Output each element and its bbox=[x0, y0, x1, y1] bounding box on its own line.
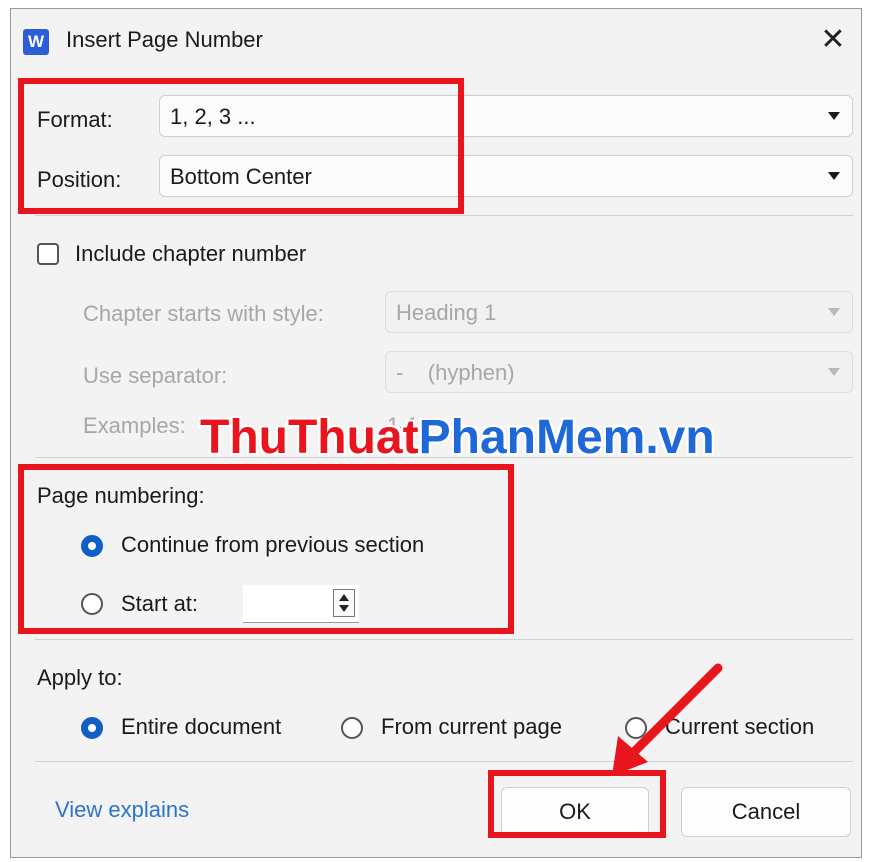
watermark-part2: PhanMem.vn bbox=[418, 411, 715, 464]
arrow-shaft bbox=[627, 663, 723, 759]
watermark-part1: ThuThuat bbox=[200, 411, 419, 464]
watermark: ThuThuatPhanMem.vn bbox=[200, 410, 715, 465]
